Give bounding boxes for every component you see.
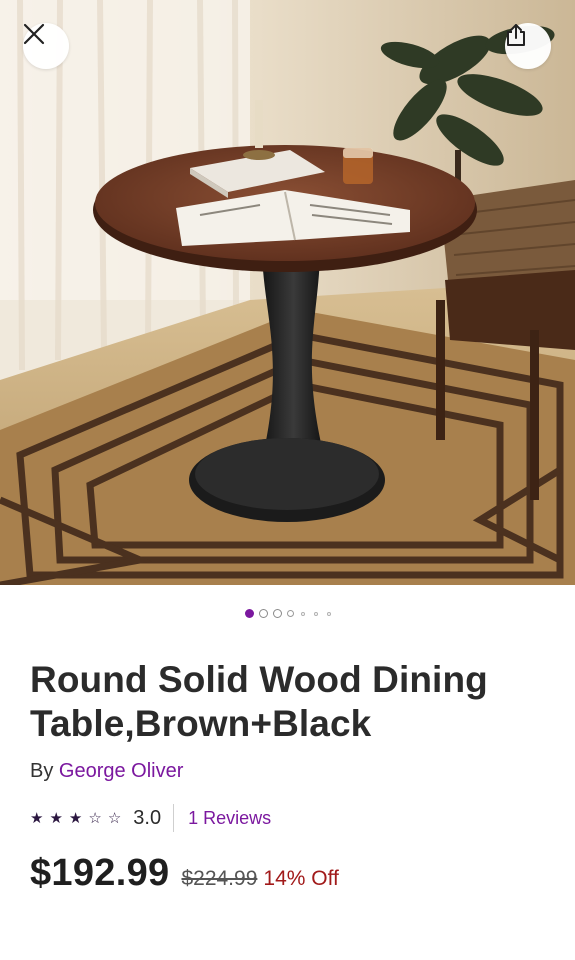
star-empty-icon: ☆ <box>107 809 122 827</box>
carousel-dot[interactable] <box>314 611 318 616</box>
original-price: $224.99 <box>181 867 258 890</box>
rating-value: 3.0 <box>133 806 162 829</box>
by-label: By <box>30 760 54 782</box>
carousel-indicator[interactable] <box>0 609 575 618</box>
close-button[interactable] <box>23 23 69 69</box>
product-title: Round Solid Wood Dining Table,Brown+Blac… <box>30 659 488 744</box>
carousel-dot[interactable] <box>327 611 331 616</box>
star-filled-icon: ★ <box>30 809 44 827</box>
star-empty-icon: ☆ <box>88 809 102 827</box>
divider <box>173 804 175 832</box>
byline: By George Oliver <box>30 760 183 783</box>
carousel-dot[interactable] <box>287 610 294 617</box>
reviews-link[interactable]: 1 Reviews <box>188 808 271 829</box>
product-photo <box>0 0 575 585</box>
carousel-dot[interactable] <box>301 611 305 616</box>
current-price: $192.99 <box>30 852 170 894</box>
carousel-dot[interactable] <box>259 609 268 618</box>
brand-link[interactable]: George Oliver <box>59 760 184 782</box>
star-rating: ★ ★ ★ ☆ ☆ <box>30 811 121 826</box>
price-row: $192.99 $224.99 14% Off <box>30 852 339 895</box>
close-icon <box>23 23 45 45</box>
discount-badge: 14% Off <box>263 867 339 890</box>
carousel-dot[interactable] <box>245 609 254 618</box>
star-filled-icon: ★ <box>49 809 63 827</box>
share-icon <box>507 24 525 46</box>
share-button[interactable] <box>505 23 551 69</box>
product-image[interactable] <box>0 0 575 585</box>
rating-row: ★ ★ ★ ☆ ☆ 3.0 1 Reviews <box>30 804 271 832</box>
star-filled-icon: ★ <box>68 809 83 827</box>
carousel-dot[interactable] <box>273 609 282 618</box>
